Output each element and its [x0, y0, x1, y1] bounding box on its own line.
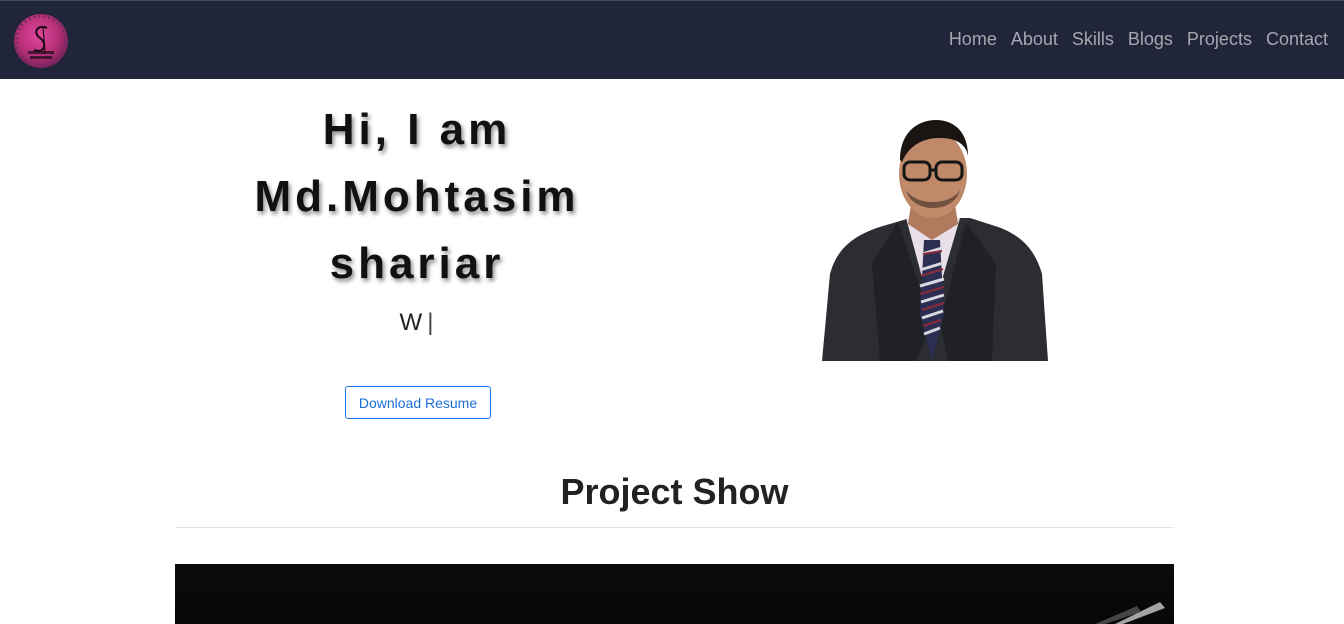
person-portrait-photo	[820, 114, 1050, 361]
nav-links: Home About Skills Blogs Projects Contact	[949, 28, 1328, 50]
nav-link-projects[interactable]: Projects	[1187, 28, 1252, 50]
project-showcase-image[interactable]	[175, 564, 1174, 624]
studio-logo-icon[interactable]	[14, 14, 68, 68]
typing-cursor: |	[427, 309, 435, 336]
nav-link-home[interactable]: Home	[949, 28, 997, 50]
top-navbar: Home About Skills Blogs Projects Contact	[0, 0, 1344, 79]
nav-link-about[interactable]: About	[1011, 28, 1058, 50]
nav-link-skills[interactable]: Skills	[1072, 28, 1114, 50]
hero-title-line: Md.Mohtasim	[254, 172, 580, 221]
section-title: Project Show	[560, 471, 789, 512]
nav-link-blogs[interactable]: Blogs	[1128, 28, 1173, 50]
typed-text: W	[399, 309, 424, 336]
download-resume-button[interactable]: Download Resume	[345, 386, 491, 419]
nav-link-contact[interactable]: Contact	[1266, 28, 1328, 50]
hero-title-line: Hi, I am	[322, 105, 512, 154]
hero-title: Hi, I am Md.Mohtasim shariar	[175, 96, 659, 297]
section-divider	[175, 527, 1174, 528]
typed-role-text: W |	[175, 309, 659, 337]
hero-title-line: shariar	[329, 239, 505, 288]
